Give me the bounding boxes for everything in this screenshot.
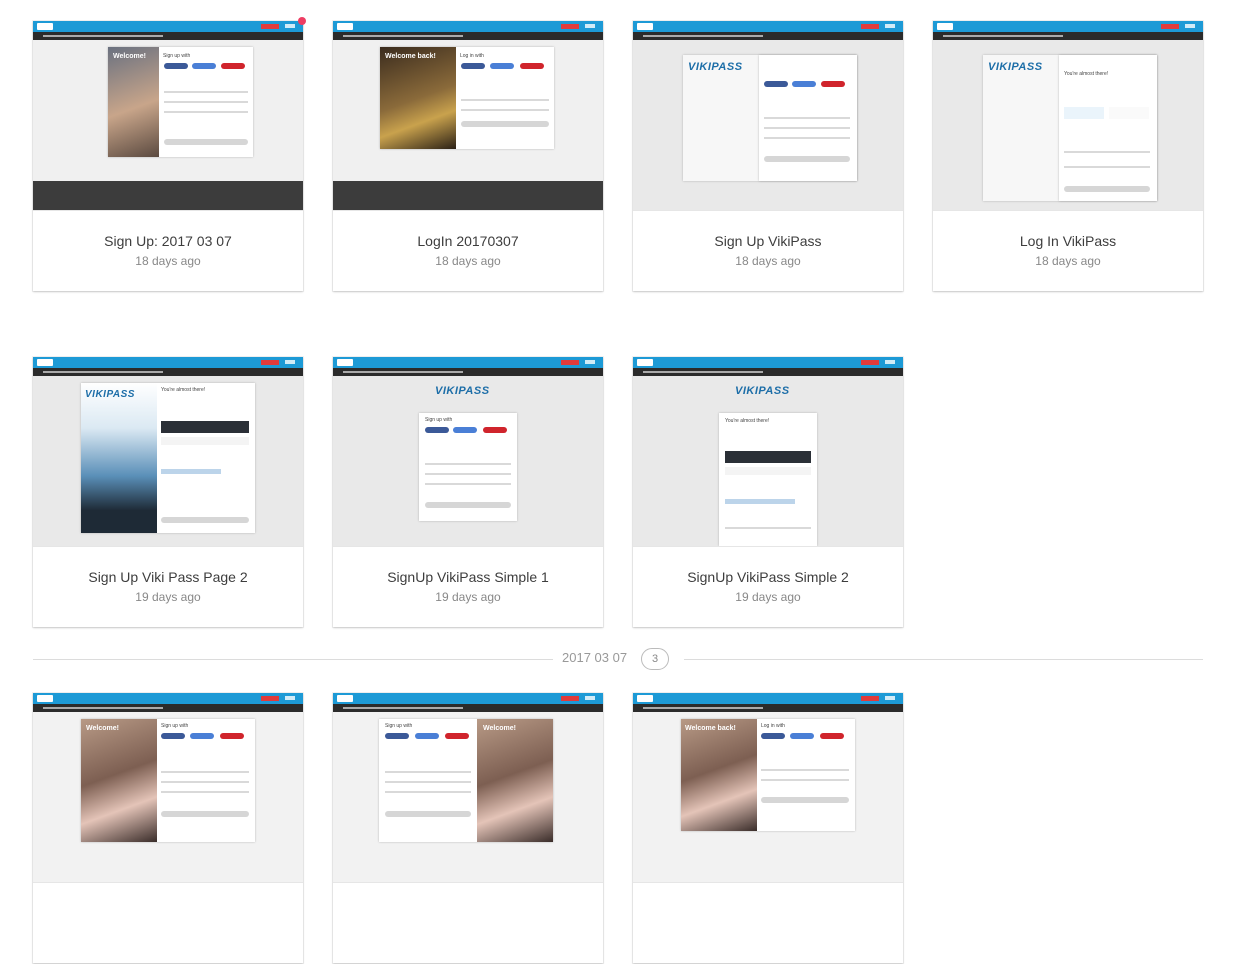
screen-card[interactable]: Welcome back! Log in with (633, 693, 903, 963)
card-timestamp: 18 days ago (1035, 254, 1101, 268)
thumb-heading: Welcome back! (385, 53, 436, 60)
card-title: Sign Up: 2017 03 07 (104, 233, 232, 249)
thumb-subheading: Log in with (460, 53, 484, 59)
vikipass-logo: VIKIPASS (988, 61, 1043, 73)
screen-thumbnail: VIKIPASS Sign up with (333, 357, 603, 546)
thumb-subheading: You're almost there! (725, 418, 770, 424)
thumb-subheading: You're almost there! (1064, 71, 1109, 77)
screen-thumbnail: Welcome! Sign up with (33, 21, 303, 210)
vikipass-logo: VIKIPASS (435, 385, 490, 397)
card-timestamp: 18 days ago (135, 254, 201, 268)
card-title: SignUp VikiPass Simple 1 (387, 569, 549, 585)
group-divider (684, 659, 1203, 660)
screen-card[interactable]: VIKIPASS Sign up with SignUp VikiPass Si… (333, 357, 603, 627)
screen-thumbnail: Welcome! Sign up with (333, 693, 603, 882)
screen-card[interactable]: Welcome! Sign up with (333, 693, 603, 963)
card-title: Sign Up VikiPass (714, 233, 822, 249)
card-title: SignUp VikiPass Simple 2 (687, 569, 849, 585)
vikipass-logo: VIKIPASS (688, 61, 743, 73)
group-divider (33, 659, 553, 660)
thumb-subheading: Log in with (761, 723, 785, 729)
screen-card[interactable]: VIKIPASS You're almost there! Sign Up Vi… (33, 357, 303, 627)
group-date-label: 2017 03 07 (562, 650, 628, 665)
screen-thumbnail: Welcome back! Log in with (633, 693, 903, 882)
notification-dot (298, 17, 306, 25)
thumb-subheading: Sign up with (385, 723, 413, 729)
thumb-subheading: You're almost there! (161, 387, 206, 393)
card-timestamp: 19 days ago (735, 590, 801, 604)
card-title: LogIn 20170307 (417, 233, 519, 249)
screen-thumbnail: VIKIPASS You're almost there! (633, 357, 903, 546)
thumb-heading: Welcome! (113, 53, 146, 60)
screen-thumbnail: Welcome! Sign up with (33, 693, 303, 882)
thumb-subheading: Sign up with (161, 723, 189, 729)
thumb-subheading: Sign up with (163, 53, 191, 59)
thumb-heading: Welcome! (483, 725, 516, 732)
card-timestamp: 18 days ago (435, 254, 501, 268)
thumb-heading: Welcome! (86, 725, 119, 732)
card-timestamp: 18 days ago (735, 254, 801, 268)
screen-thumbnail: VIKIPASS You're almost there! (933, 21, 1203, 210)
card-title: Log In VikiPass (1019, 233, 1117, 249)
card-timestamp: 19 days ago (435, 590, 501, 604)
screen-thumbnail: VIKIPASS You're almost there! (33, 357, 303, 546)
screen-thumbnail: VIKIPASS (633, 21, 903, 210)
group-count-badge[interactable]: 3 (641, 648, 669, 670)
thumb-heading: Welcome back! (685, 725, 736, 732)
screen-card[interactable]: Welcome! Sign up with (33, 693, 303, 963)
vikipass-logo: VIKIPASS (85, 389, 135, 400)
screen-card[interactable]: VIKIPASS Sign Up VikiPass 18 days ago (633, 21, 903, 291)
screen-card[interactable]: Welcome back! Log in with LogIn 20170307… (333, 21, 603, 291)
screen-thumbnail: Welcome back! Log in with (333, 21, 603, 210)
thumb-subheading: Sign up with (425, 417, 453, 423)
card-title: Sign Up Viki Pass Page 2 (88, 569, 248, 585)
card-timestamp: 19 days ago (135, 590, 201, 604)
screen-card[interactable]: VIKIPASS You're almost there! SignUp Vik… (633, 357, 903, 627)
vikipass-logo: VIKIPASS (735, 385, 790, 397)
screen-card[interactable]: Welcome! Sign up with Sign Up: 2017 03 0… (33, 21, 303, 291)
screen-card[interactable]: VIKIPASS You're almost there! Log In Vik… (933, 21, 1203, 291)
